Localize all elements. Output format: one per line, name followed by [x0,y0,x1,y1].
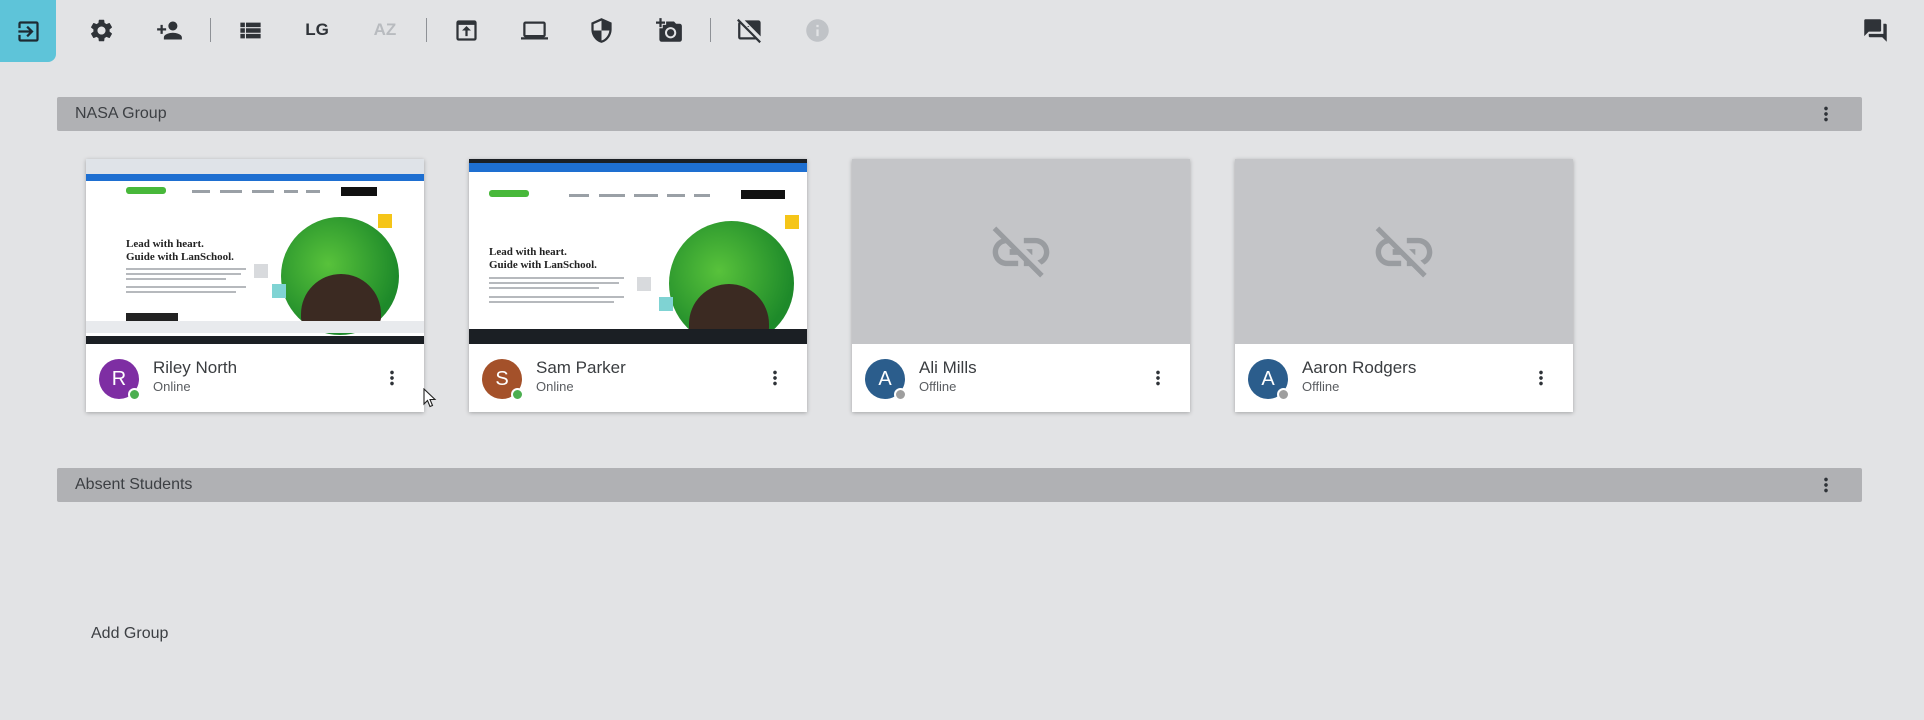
settings-icon [90,19,112,41]
shield-icon [590,17,612,43]
student-name: Aaron Rodgers [1302,358,1417,377]
student-status: Online [153,379,191,394]
screen-heading: Guide with LanSchool. [489,259,597,271]
screen-thumbnail[interactable] [1235,159,1573,344]
share-screen-button[interactable] [444,8,488,52]
student-name: Riley North [153,358,238,377]
more-vert-icon [1539,370,1543,386]
student-info: A Ali Mills Offline [852,344,1190,412]
laptop-icon [520,21,548,39]
group-title: Absent Students [75,476,193,493]
student-info: S Sam Parker Online [469,344,807,412]
more-vert-icon [1156,370,1160,386]
screen-heading: Guide with LanSchool. [126,251,234,263]
screen-thumbnail[interactable]: Lead with heart. Guide with LanSchool. [86,159,424,344]
group-menu-button[interactable] [1814,473,1838,497]
screen-thumbnail[interactable] [852,159,1190,344]
student-name: Sam Parker [536,358,626,377]
screen-preview: Lead with heart. Guide with LanSchool. [86,159,424,344]
group-header-nasa[interactable]: NASA Group [57,97,1862,131]
student-card[interactable]: A Aaron Rodgers Offline [1235,159,1573,412]
share-screen-icon [455,19,477,41]
thumbnail-size-label: LG [305,20,329,39]
add-student-button[interactable] [147,8,191,52]
link-off-icon [992,226,1050,277]
link-off-icon [1375,226,1433,277]
settings-button[interactable] [79,8,123,52]
student-menu-button[interactable] [380,364,404,392]
offline-status-dot [894,388,907,401]
more-vert-icon [390,370,394,386]
laptop-button[interactable] [512,8,556,52]
screen-thumbnail[interactable]: Lead with heart. Guide with LanSchool. [469,159,807,344]
chat-button[interactable] [1853,8,1897,52]
add-group-button[interactable]: Add Group [91,625,168,643]
student-status: Online [536,379,574,394]
list-view-button[interactable] [228,8,272,52]
student-status: Offline [1302,379,1340,394]
info-button[interactable] [795,8,839,52]
student-card[interactable]: Lead with heart. Guide with LanSchool. R… [86,159,424,412]
student-menu-button[interactable] [763,364,787,392]
thumbnail-size-button[interactable]: LG [295,8,339,52]
online-status-dot [511,388,524,401]
info-icon [805,18,829,42]
student-name: Ali Mills [919,358,977,377]
list-view-icon [239,22,261,38]
student-menu-button[interactable] [1529,364,1553,392]
blank-screen-icon [736,18,761,43]
more-vert-icon [1824,106,1828,122]
group-menu-button[interactable] [1814,102,1838,126]
add-camera-icon [655,17,682,42]
student-menu-button[interactable] [1146,364,1170,392]
student-info: A Aaron Rodgers Offline [1235,344,1573,412]
more-vert-icon [1824,477,1828,493]
online-status-dot [128,388,141,401]
toolbar-divider [710,18,711,42]
exit-button[interactable] [0,0,56,62]
mouse-pointer-icon [423,388,437,408]
main-toolbar: LG AZ [0,0,1924,62]
sort-az-label: AZ [373,20,397,39]
add-person-icon [156,21,182,39]
screen-heading: Lead with heart. [489,246,567,258]
offline-status-dot [1277,388,1290,401]
toolbar-divider [426,18,427,42]
toolbar-divider [210,18,211,42]
snapshot-button[interactable] [647,8,691,52]
blank-screen-button[interactable] [728,8,772,52]
screen-preview: Lead with heart. Guide with LanSchool. [469,159,807,344]
exit-icon [17,20,39,42]
security-button[interactable] [579,8,623,52]
chat-icon [1863,18,1887,42]
sort-az-button[interactable]: AZ [363,8,407,52]
student-status: Offline [919,379,957,394]
more-vert-icon [773,370,777,386]
screen-heading: Lead with heart. [126,238,204,250]
student-card[interactable]: A Ali Mills Offline [852,159,1190,412]
student-card[interactable]: Lead with heart. Guide with LanSchool. S… [469,159,807,412]
group-title: NASA Group [75,105,167,122]
group-header-absent[interactable]: Absent Students [57,468,1862,502]
student-info: R Riley North Online [86,344,424,412]
